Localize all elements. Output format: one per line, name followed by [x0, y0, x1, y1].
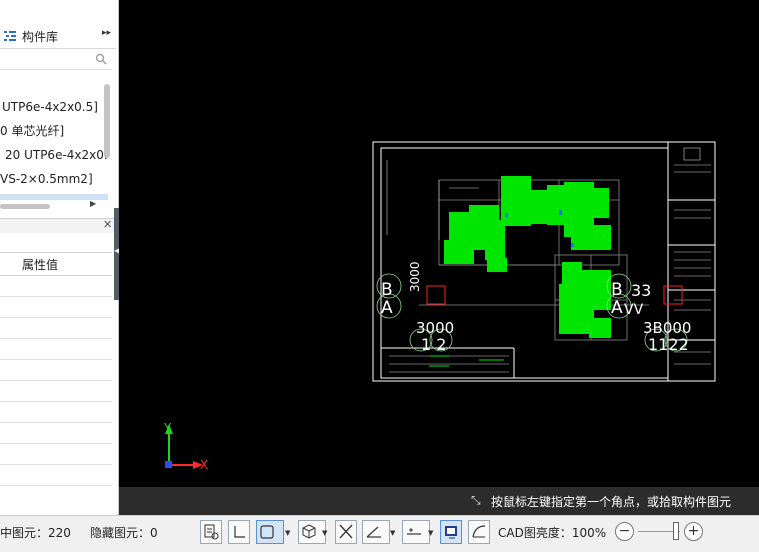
- grid-label: B: [381, 280, 393, 300]
- angle-icon: [366, 526, 381, 538]
- property-row[interactable]: [0, 464, 112, 465]
- selected-count: 中图元：220: [0, 526, 71, 540]
- property-row[interactable]: [0, 359, 112, 360]
- property-row[interactable]: [0, 317, 112, 318]
- property-row[interactable]: [0, 401, 112, 402]
- curve-icon: [472, 525, 486, 538]
- chevron-down-icon[interactable]: ▼: [322, 529, 327, 537]
- corner-pick-icon: ⤡: [471, 493, 481, 507]
- query-icon: [204, 524, 219, 540]
- grid-label: A: [611, 298, 623, 318]
- ortho-icon: [234, 526, 245, 538]
- x-axis-label: X: [200, 458, 208, 472]
- cross-select-button[interactable]: [335, 520, 357, 544]
- library-vertical-scrollbar[interactable]: [104, 84, 110, 158]
- chevron-down-icon[interactable]: ▼: [390, 529, 395, 537]
- list-item[interactable]: 0 单芯光纤]: [0, 119, 108, 143]
- command-prompt-bar: ⤡ 按鼠标左键指定第一个角点，或拾取构件图元: [119, 487, 759, 515]
- library-horizontal-scrollbar[interactable]: [0, 204, 50, 209]
- curve-button[interactable]: [468, 520, 490, 544]
- list-item[interactable]: VS-2×0.5mm2]: [0, 167, 108, 191]
- dynamic-input-icon: [407, 528, 421, 535]
- hidden-count: 隐藏图元：0: [90, 526, 158, 540]
- properties-column-header: 属性值: [0, 252, 112, 276]
- display-icon: [445, 526, 457, 539]
- ucs-axis-icon: Y X: [163, 421, 208, 472]
- snap-icon: [260, 525, 274, 539]
- cad-drawing: B A 3000 3000 1 2 B A 33 VV 3B000 1122 Y…: [163, 141, 716, 472]
- display-toggle-button[interactable]: [440, 520, 462, 544]
- chevron-down-icon[interactable]: ▼: [428, 529, 433, 537]
- cad-brightness-label: CAD图亮度：100%: [498, 526, 607, 540]
- grid-label: VV: [624, 302, 644, 318]
- cross-icon: [339, 524, 353, 539]
- grid-label: 1122: [648, 335, 689, 354]
- y-axis-label: Y: [163, 421, 172, 435]
- close-icon[interactable]: ✕: [103, 218, 112, 231]
- property-row[interactable]: [0, 296, 112, 297]
- grid-label: A: [381, 298, 393, 318]
- properties-panel-header: [0, 218, 116, 233]
- tab-component-library[interactable]: 构件库 ▸▸: [0, 24, 116, 49]
- property-row[interactable]: [0, 338, 112, 339]
- grid-label: B: [611, 280, 623, 300]
- cad-canvas[interactable]: B A 3000 3000 1 2 B A 33 VV 3B000 1122 Y…: [119, 0, 759, 515]
- orthogonal-button[interactable]: [228, 520, 250, 544]
- chevron-down-icon[interactable]: ▼: [285, 529, 290, 537]
- brightness-slider-thumb[interactable]: [673, 522, 679, 540]
- legend-lines: [429, 355, 504, 367]
- more-arrow-icon[interactable]: ▸▸: [102, 28, 111, 38]
- cube-icon: [302, 524, 316, 539]
- zoom-out-button[interactable]: −: [615, 522, 634, 541]
- dimension-label: 3000: [408, 261, 422, 292]
- tree-list-icon: [3, 29, 17, 43]
- scroll-right-arrow-icon[interactable]: ▶: [90, 199, 96, 208]
- object-snap-button[interactable]: [256, 520, 284, 544]
- polar-angle-button[interactable]: [362, 520, 390, 544]
- list-item[interactable]: UTP6e-4x2x0.5]: [0, 95, 108, 119]
- status-bar: 中图元：220 隐藏图元：0 ▼ ▼ ▼ ▼ CAD图亮度：100% − +: [0, 515, 759, 552]
- property-query-button[interactable]: [200, 520, 222, 544]
- grid-label: 1 2: [421, 335, 446, 354]
- property-value-column: 属性值: [22, 258, 59, 272]
- list-item[interactable]: 20 UTP6e-4x2x0.: [0, 143, 108, 167]
- zoom-in-button[interactable]: +: [684, 522, 703, 541]
- property-row[interactable]: [0, 443, 112, 444]
- dynamic-input-button[interactable]: [402, 520, 430, 544]
- tab-component-library-label: 构件库: [22, 30, 59, 44]
- library-search-input[interactable]: [0, 51, 112, 70]
- property-row[interactable]: [0, 422, 112, 423]
- search-icon[interactable]: [95, 53, 107, 68]
- left-panel: 构件库 ▸▸ UTP6e-4x2x0.5] 0 单芯光纤] 20 UTP6e-4…: [0, 0, 119, 515]
- property-row[interactable]: [0, 380, 112, 381]
- property-row[interactable]: [0, 485, 112, 486]
- grid-label: 33: [631, 281, 651, 300]
- command-prompt-text: 按鼠标左键指定第一个角点，或拾取构件图元: [491, 495, 732, 509]
